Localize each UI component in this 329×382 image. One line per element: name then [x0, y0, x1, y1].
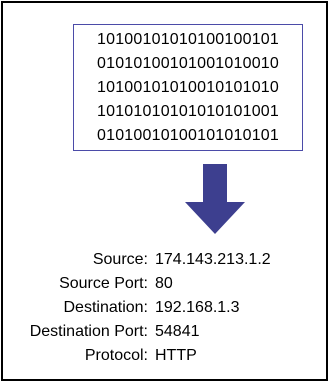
source-value: 174.143.213.1.2 — [155, 251, 271, 268]
packet-info-row-source-port: Source Port: 80 — [0, 272, 329, 296]
packet-info-row-source: Source: 174.143.213.1.2 — [0, 248, 329, 272]
destination-value: 192.168.1.3 — [155, 299, 240, 316]
packet-info-row-destination: Destination: 192.168.1.3 — [0, 296, 329, 320]
packet-info-row-destination-port: Destination Port: 54841 — [0, 320, 329, 344]
destination-label: Destination: — [63, 299, 149, 316]
protocol-value: HTTP — [155, 347, 197, 364]
source-label: Source: — [92, 251, 148, 268]
binary-line: 10100101010100100101 — [97, 31, 279, 48]
binary-line: 01010010100101010101 — [97, 127, 279, 144]
source-port-label: Source Port: — [59, 275, 148, 292]
source-port-value: 80 — [155, 275, 173, 292]
down-arrow-icon — [185, 164, 245, 234]
binary-line: 10100101010010101010 — [97, 79, 279, 96]
destination-port-label: Destination Port: — [29, 323, 148, 340]
destination-port-value: 54841 — [155, 323, 200, 340]
packet-info: Source: 174.143.213.1.2 Source Port: 80 … — [0, 248, 329, 368]
binary-line: 01010100101001010010 — [97, 55, 279, 72]
packet-info-row-protocol: Protocol: HTTP — [0, 344, 329, 368]
binary-data-box: 10100101010100100101 0101010010100101001… — [73, 24, 303, 151]
binary-line: 10101010101010101001 — [97, 103, 279, 120]
protocol-label: Protocol: — [84, 347, 148, 364]
